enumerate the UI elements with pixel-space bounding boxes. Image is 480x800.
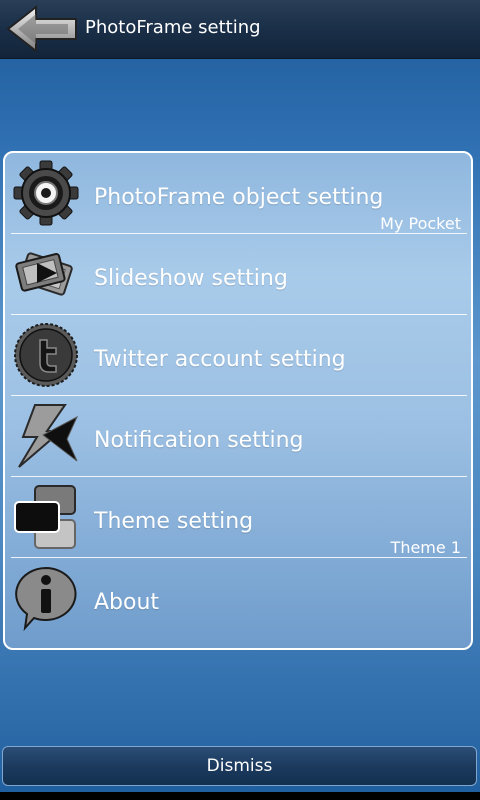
list-item-value: My Pocket: [380, 214, 461, 233]
list-item-value: Theme 1: [390, 538, 461, 557]
list-item-notification-setting[interactable]: Notification setting: [11, 396, 467, 477]
page-title: PhotoFrame setting: [85, 17, 261, 38]
slideshow-icon: [13, 241, 79, 307]
list-item-label: Slideshow setting: [94, 266, 288, 291]
list-item-label: Notification setting: [94, 428, 304, 453]
notification-icon: [13, 403, 79, 469]
list-item-label: Theme setting: [94, 509, 254, 534]
twitter-icon: [13, 322, 79, 388]
dismiss-button[interactable]: Dismiss: [2, 746, 477, 786]
title-bar: PhotoFrame setting: [0, 0, 480, 59]
list-item-label: Twitter account setting: [94, 347, 346, 372]
list-item-twitter-account-setting[interactable]: Twitter account setting: [11, 315, 467, 396]
list-item-slideshow-setting[interactable]: Slideshow setting: [11, 234, 467, 315]
list-item-theme-setting[interactable]: Theme setting Theme 1: [11, 477, 467, 558]
settings-list: PhotoFrame object setting My Pocket Slid…: [3, 151, 473, 650]
list-item-label: About: [94, 590, 160, 615]
bottom-edge: [0, 792, 480, 800]
list-item-label: PhotoFrame object setting: [94, 185, 384, 210]
back-button[interactable]: [6, 4, 78, 54]
gear-icon: [13, 160, 79, 226]
list-item-about[interactable]: About: [11, 558, 467, 639]
list-item-photoframe-object-setting[interactable]: PhotoFrame object setting My Pocket: [11, 153, 467, 234]
theme-icon: [13, 484, 79, 550]
back-arrow-icon: [6, 4, 77, 54]
info-icon: [13, 565, 79, 632]
